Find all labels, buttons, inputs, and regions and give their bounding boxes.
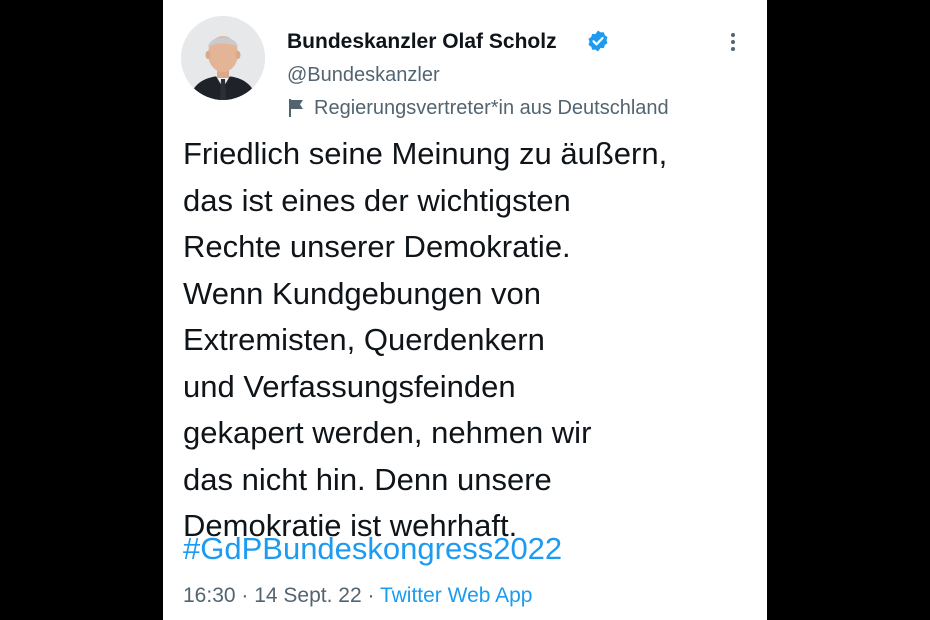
- hashtag-link[interactable]: #GdPBundeskongress2022: [183, 526, 562, 573]
- tweet-date[interactable]: 14 Sept. 22: [254, 584, 361, 607]
- tweet-text: Friedlich seine Meinung zu äußern, das i…: [183, 136, 668, 543]
- flag-icon: [289, 99, 303, 117]
- meta-separator: ·: [235, 584, 255, 607]
- meta-separator: ·: [361, 584, 380, 607]
- tweet-card[interactable]: Bundeskanzler Olaf Scholz @Bundeskanzler…: [163, 0, 767, 620]
- user-handle[interactable]: @Bundeskanzler: [287, 64, 440, 87]
- tweet-source-link[interactable]: Twitter Web App: [380, 584, 533, 607]
- display-name[interactable]: Bundeskanzler Olaf Scholz: [287, 30, 557, 54]
- tweet-time[interactable]: 16:30: [183, 584, 236, 607]
- government-label-text: Regierungsvertreter*in aus Deutschland: [314, 97, 669, 119]
- avatar[interactable]: [181, 16, 265, 100]
- verified-badge-icon: [588, 30, 608, 52]
- avatar-photo-icon: [181, 16, 265, 100]
- tweet-meta: 16:30 · 14 Sept. 22 · Twitter Web App: [183, 584, 532, 608]
- more-options-icon[interactable]: [725, 30, 741, 54]
